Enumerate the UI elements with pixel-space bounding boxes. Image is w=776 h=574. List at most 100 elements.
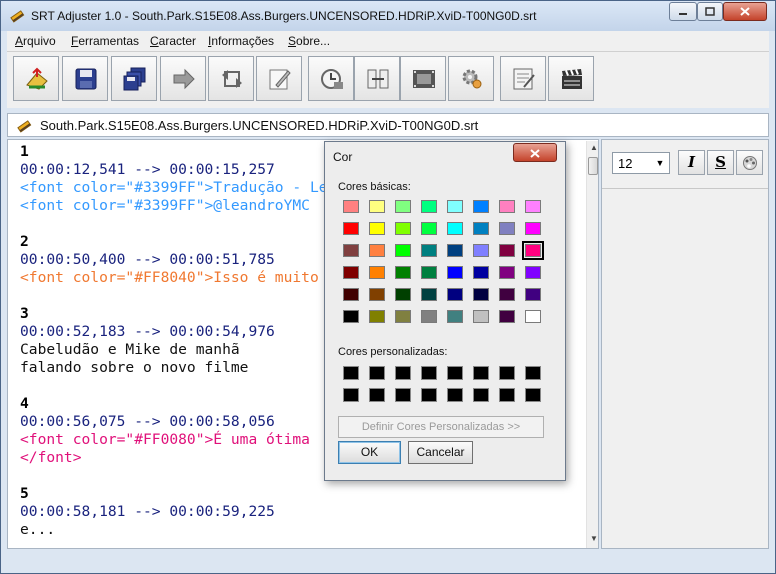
subtitle-line[interactable]: e... [20, 521, 328, 539]
menu-informacoes[interactable]: Informações [208, 34, 274, 48]
subtitle-line[interactable]: 5 [20, 485, 328, 503]
color-swatch[interactable] [499, 310, 515, 323]
color-swatch[interactable] [473, 200, 489, 213]
subtitle-line[interactable]: <font color="#FF8040">Isso é muito [20, 269, 328, 287]
color-swatch[interactable] [499, 222, 515, 235]
custom-color-swatch[interactable] [369, 366, 385, 380]
blank-line[interactable] [20, 467, 328, 485]
color-swatch[interactable] [421, 310, 437, 323]
color-swatch[interactable] [499, 244, 515, 257]
color-swatch[interactable] [525, 266, 541, 279]
color-swatch[interactable] [343, 266, 359, 279]
blank-line[interactable] [20, 215, 328, 233]
subtitle-line[interactable]: 00:00:56,075 --> 00:00:58,056 [20, 413, 328, 431]
color-swatch[interactable] [473, 222, 489, 235]
color-swatch[interactable] [395, 310, 411, 323]
forward-button[interactable] [160, 56, 206, 101]
color-swatch[interactable] [421, 288, 437, 301]
subtitle-line[interactable]: 2 [20, 233, 328, 251]
color-swatch[interactable] [473, 310, 489, 323]
color-swatch[interactable] [369, 244, 385, 257]
color-swatch[interactable] [343, 244, 359, 257]
color-swatch[interactable] [343, 200, 359, 213]
color-swatch[interactable] [369, 266, 385, 279]
color-swatch[interactable] [395, 244, 411, 257]
color-swatch[interactable] [343, 310, 359, 323]
subtitle-line[interactable]: 00:00:50,400 --> 00:00:51,785 [20, 251, 328, 269]
scroll-up-icon[interactable]: ▲ [590, 143, 598, 152]
custom-color-swatch[interactable] [369, 388, 385, 402]
custom-color-swatch[interactable] [447, 388, 463, 402]
subtitle-line[interactable]: 00:00:12,541 --> 00:00:15,257 [20, 161, 328, 179]
color-swatch[interactable] [499, 288, 515, 301]
subtitle-text[interactable]: 1 00:00:12,541 --> 00:00:15,257 <font colo… [20, 143, 328, 539]
color-swatch[interactable] [525, 310, 541, 323]
maximize-button[interactable] [697, 2, 723, 21]
color-swatch[interactable] [447, 266, 463, 279]
custom-color-swatch[interactable] [525, 366, 541, 380]
color-swatch[interactable] [473, 266, 489, 279]
color-swatch[interactable] [343, 288, 359, 301]
color-swatch[interactable] [499, 266, 515, 279]
custom-color-swatch[interactable] [525, 388, 541, 402]
ok-button[interactable]: OK [338, 441, 401, 464]
custom-color-swatch[interactable] [343, 366, 359, 380]
custom-color-swatch[interactable] [395, 388, 411, 402]
subtitle-line[interactable]: falando sobre o novo filme [20, 359, 328, 377]
blank-line[interactable] [20, 287, 328, 305]
color-swatch[interactable] [369, 310, 385, 323]
split-button[interactable] [354, 56, 400, 101]
clapperboard-button[interactable] [548, 56, 594, 101]
color-swatch[interactable] [525, 200, 541, 213]
custom-color-swatch[interactable] [447, 366, 463, 380]
scroll-down-icon[interactable]: ▼ [590, 534, 598, 543]
color-swatch[interactable] [395, 222, 411, 235]
subtitle-line[interactable]: 3 [20, 305, 328, 323]
menu-arquivo[interactable]: Arquivo [15, 34, 56, 48]
subtitle-line[interactable]: 4 [20, 395, 328, 413]
close-button[interactable] [723, 2, 767, 21]
color-swatch[interactable] [421, 222, 437, 235]
custom-color-swatch[interactable] [473, 388, 489, 402]
font-size-select[interactable]: 12 ▼ [612, 152, 670, 174]
custom-color-swatch[interactable] [395, 366, 411, 380]
color-swatch[interactable] [525, 222, 541, 235]
strike-button[interactable]: S [707, 150, 734, 175]
color-swatch[interactable] [447, 310, 463, 323]
color-swatch[interactable] [525, 288, 541, 301]
minimize-button[interactable] [669, 2, 697, 21]
color-swatch[interactable] [473, 244, 489, 257]
custom-color-swatch[interactable] [473, 366, 489, 380]
custom-color-swatch[interactable] [499, 388, 515, 402]
save-button[interactable] [62, 56, 108, 101]
color-button[interactable] [736, 150, 763, 175]
subtitle-line[interactable]: <font color="#3399FF">@leandroYMC [20, 197, 328, 215]
color-swatch[interactable] [447, 222, 463, 235]
settings-button[interactable] [448, 56, 494, 101]
subtitle-line[interactable]: </font> [20, 449, 328, 467]
notepad-button[interactable] [500, 56, 546, 101]
color-swatch[interactable] [473, 288, 489, 301]
color-swatch[interactable] [447, 200, 463, 213]
subtitle-line[interactable]: 00:00:58,181 --> 00:00:59,225 [20, 503, 328, 521]
edit-button[interactable] [256, 56, 302, 101]
chevron-down-icon[interactable]: ▼ [653, 155, 667, 171]
subtitle-line[interactable]: Cabeludão e Mike de manhã [20, 341, 328, 359]
time-button[interactable] [308, 56, 354, 101]
color-swatch[interactable] [369, 222, 385, 235]
color-swatch[interactable] [395, 266, 411, 279]
blank-line[interactable] [20, 377, 328, 395]
subtitle-line[interactable]: 00:00:52,183 --> 00:00:54,976 [20, 323, 328, 341]
menu-sobre[interactable]: Sobre... [288, 34, 330, 48]
dialog-close-button[interactable] [513, 143, 557, 162]
color-swatch[interactable] [447, 288, 463, 301]
custom-color-swatch[interactable] [343, 388, 359, 402]
custom-color-swatch[interactable] [499, 366, 515, 380]
custom-color-swatch[interactable] [421, 388, 437, 402]
define-custom-colors-button[interactable]: Definir Cores Personalizadas >> [338, 416, 544, 438]
italic-button[interactable]: I [678, 150, 705, 175]
scroll-thumb[interactable] [588, 157, 598, 175]
sync-button[interactable] [208, 56, 254, 101]
custom-color-swatch[interactable] [421, 366, 437, 380]
color-swatch[interactable] [421, 244, 437, 257]
